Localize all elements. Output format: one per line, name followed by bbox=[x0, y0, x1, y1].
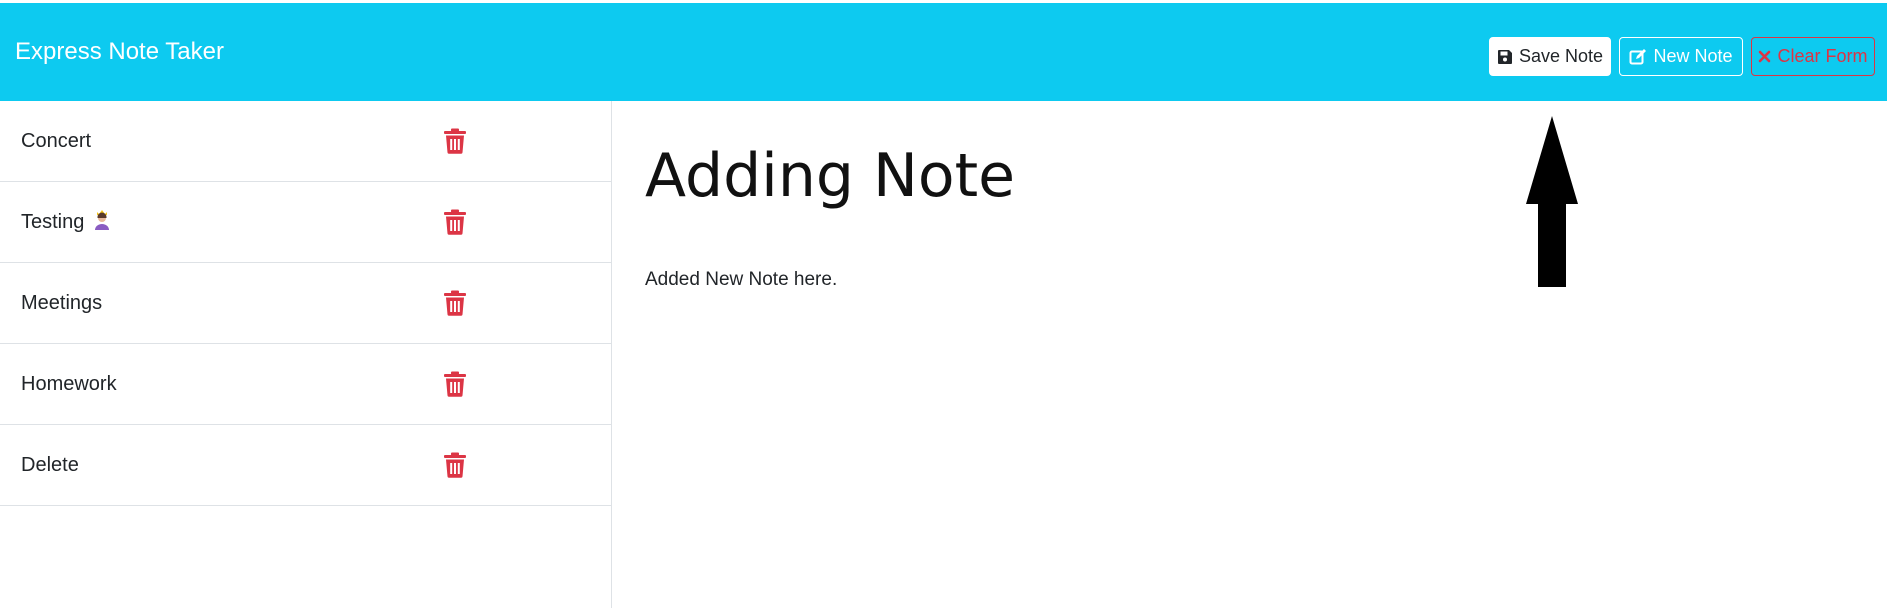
note-title[interactable]: Concert bbox=[21, 128, 91, 154]
list-item[interactable]: Testing bbox=[0, 182, 611, 263]
trash-icon[interactable] bbox=[443, 290, 467, 316]
arrow-up-icon bbox=[1524, 115, 1580, 289]
list-item[interactable]: Homework bbox=[0, 344, 611, 425]
list-item[interactable]: Concert bbox=[0, 101, 611, 182]
woman-with-crown-emoji-icon bbox=[92, 209, 112, 238]
edit-icon bbox=[1629, 48, 1647, 66]
trash-icon[interactable] bbox=[443, 128, 467, 154]
note-title[interactable]: Meetings bbox=[21, 290, 102, 316]
note-title[interactable]: Delete bbox=[21, 452, 79, 478]
save-note-button[interactable]: Save Note bbox=[1489, 37, 1611, 76]
note-list: Concert Testing Meetings Homework Delete bbox=[0, 101, 611, 506]
brand-title: Express Note Taker bbox=[15, 38, 224, 65]
save-icon bbox=[1497, 49, 1513, 65]
note-text-area[interactable]: Added New Note here. bbox=[645, 267, 837, 293]
list-item[interactable]: Meetings bbox=[0, 263, 611, 344]
clear-form-button[interactable]: Clear Form bbox=[1751, 37, 1875, 76]
trash-icon[interactable] bbox=[443, 209, 467, 235]
trash-icon[interactable] bbox=[443, 371, 467, 397]
note-title[interactable]: Homework bbox=[21, 371, 117, 397]
close-icon bbox=[1758, 50, 1771, 63]
save-note-label: Save Note bbox=[1518, 46, 1604, 66]
new-note-button[interactable]: New Note bbox=[1619, 37, 1743, 76]
note-title-input[interactable]: Adding Note bbox=[645, 141, 1015, 211]
note-title-text: Testing bbox=[21, 211, 85, 233]
trash-icon[interactable] bbox=[443, 452, 467, 478]
navbar: Express Note Taker Save Note New Note Cl… bbox=[0, 3, 1887, 101]
clear-form-label: Clear Form bbox=[1777, 46, 1868, 66]
note-title[interactable]: Testing bbox=[21, 209, 112, 238]
new-note-label: New Note bbox=[1653, 46, 1733, 66]
note-editor: Adding Note Added New Note here. bbox=[613, 101, 1887, 608]
notes-sidebar: Concert Testing Meetings Homework Delete bbox=[0, 101, 612, 608]
list-item[interactable]: Delete bbox=[0, 425, 611, 506]
